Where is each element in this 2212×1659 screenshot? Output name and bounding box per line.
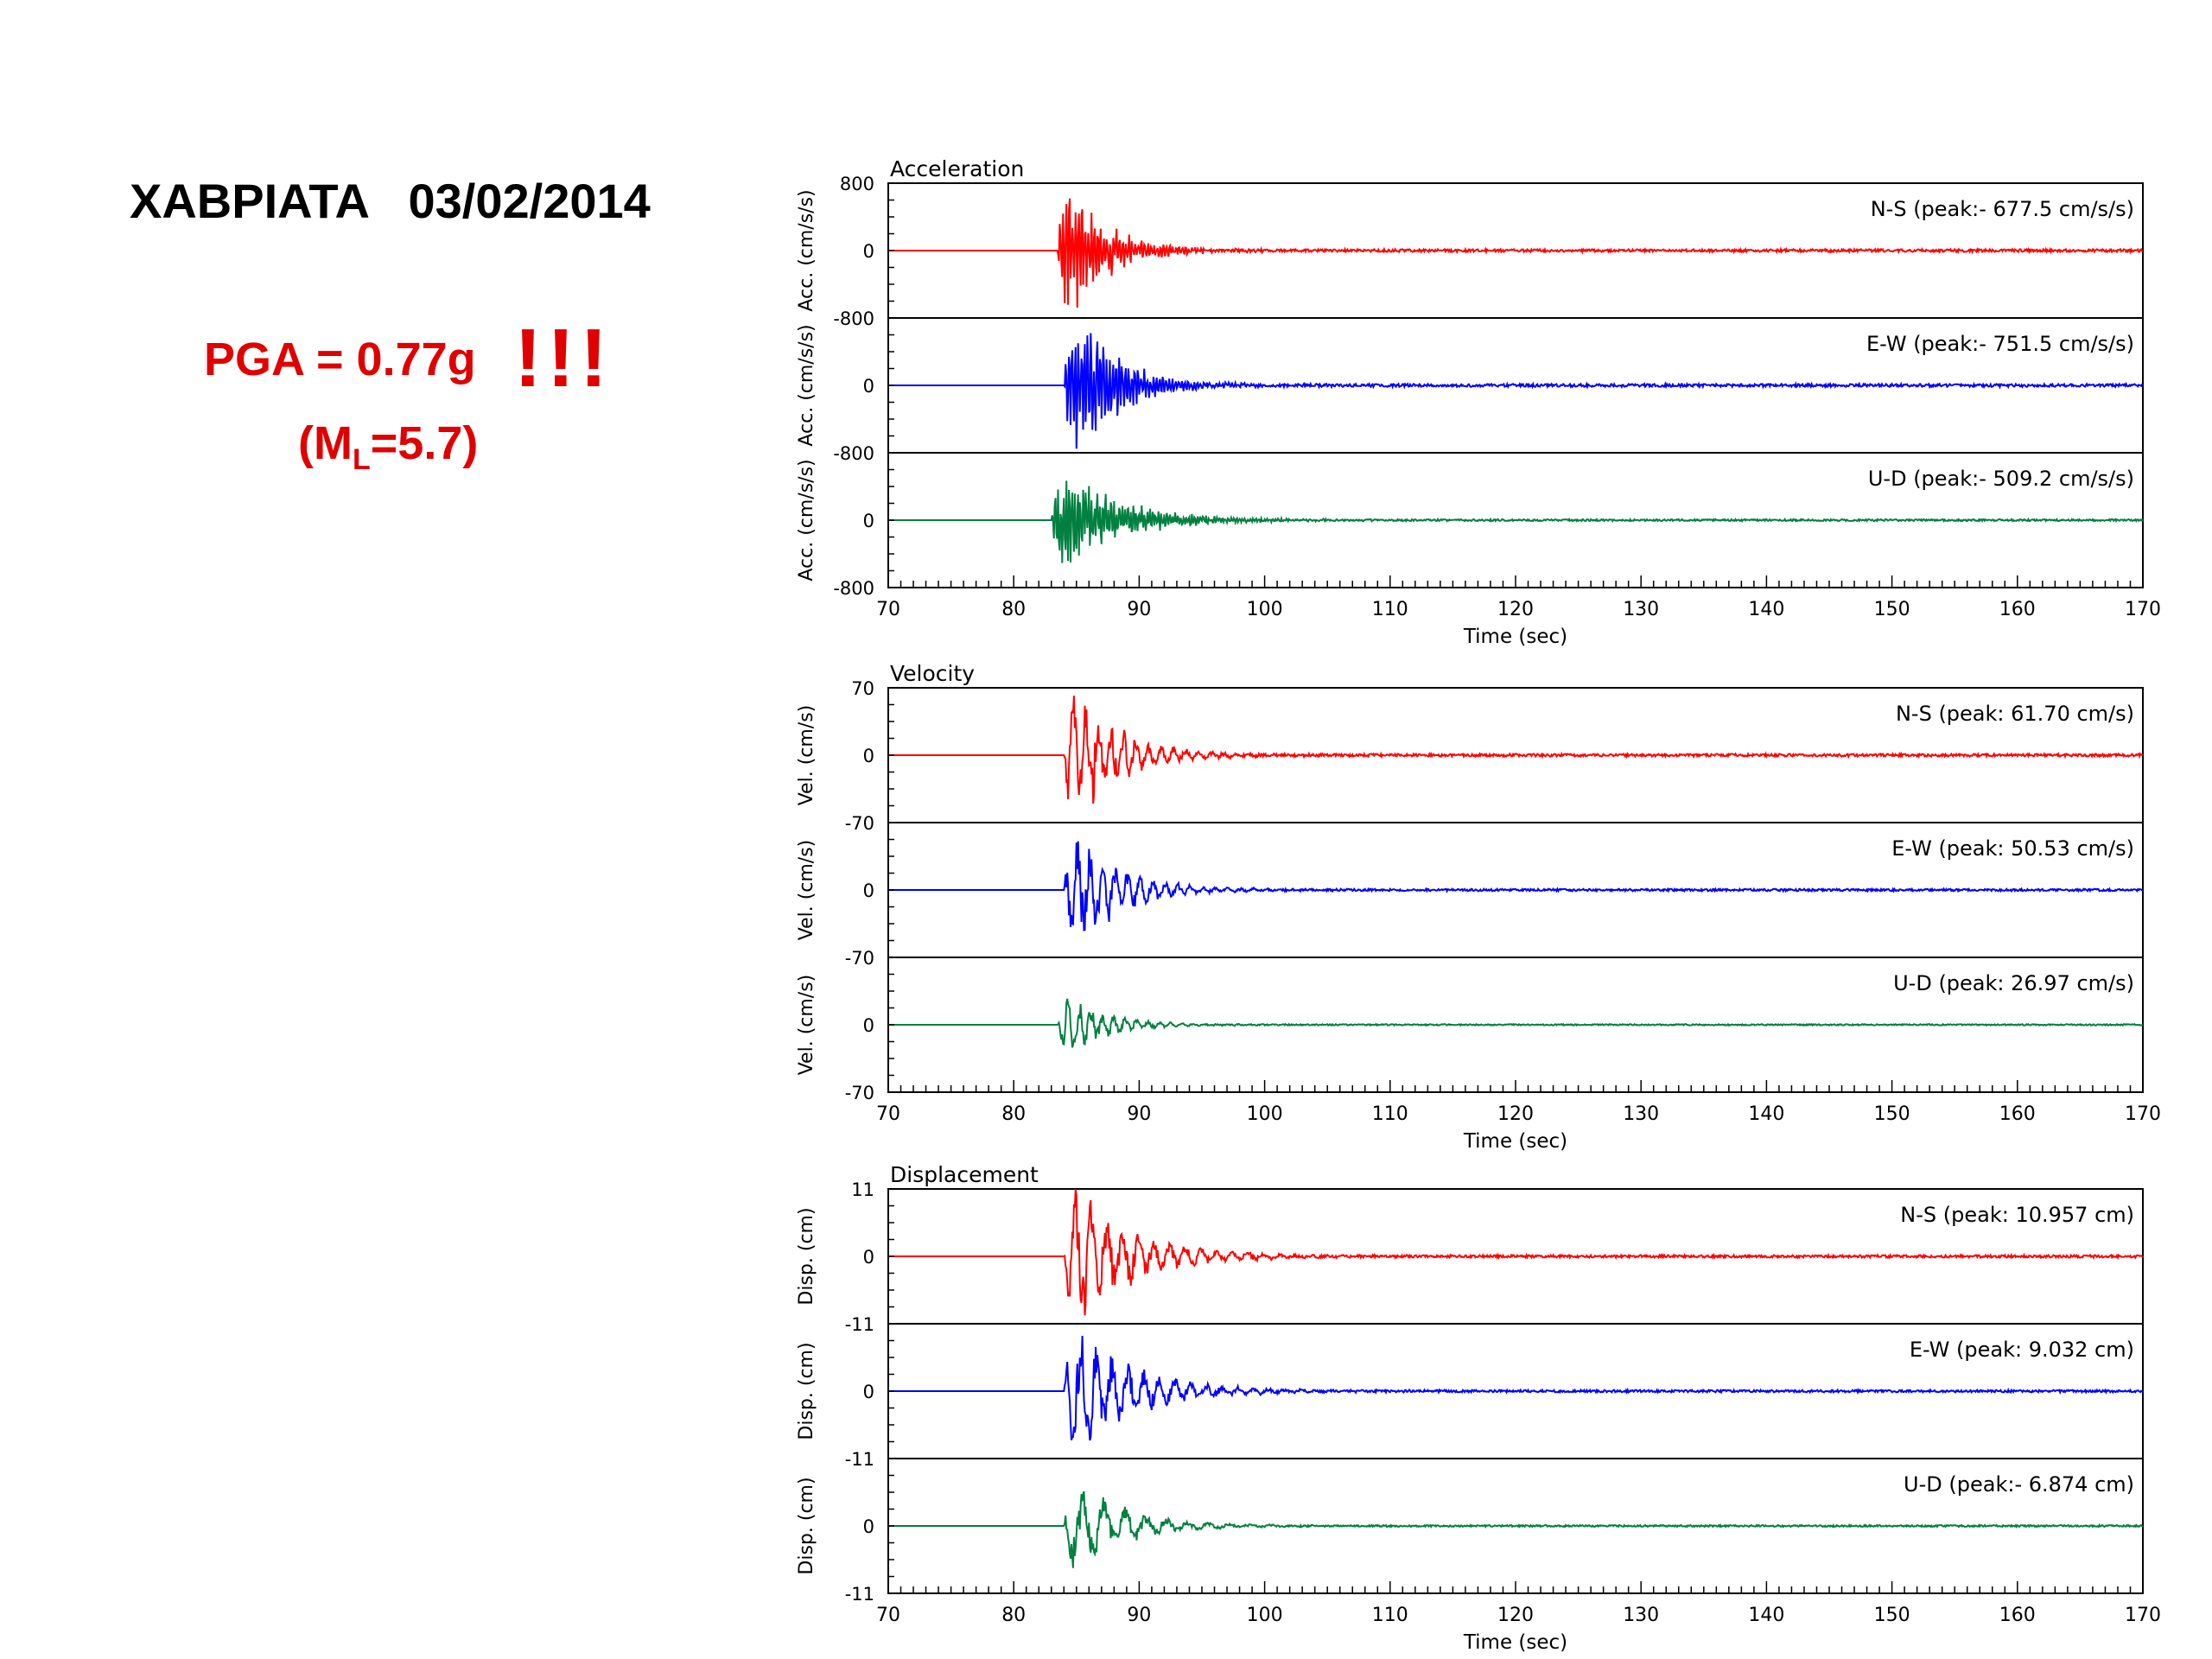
y-tick-label: 70 [851,678,874,699]
peak-label: N-S (peak:- 677.5 cm/s/s) [1871,197,2134,221]
x-tick-label: 100 [1247,599,1283,620]
y-tick-label: 0 [863,1015,874,1036]
x-tick-label: 70 [876,599,900,620]
y-axis-label: Acc. (cm/s/s) [796,189,817,311]
y-tick-label: -70 [845,948,874,969]
y-axis-label: Disp. (cm) [796,1342,817,1440]
x-tick-label: 70 [876,1103,900,1125]
x-axis-label: Time (sec) [1463,626,1567,648]
y-tick-label: -11 [845,1314,874,1335]
peak-label: U-D (peak:- 6.874 cm) [1904,1472,2134,1497]
x-axis-label: Time (sec) [1463,1631,1567,1654]
y-tick-label: 0 [863,376,874,397]
chart-title: Displacement [890,1162,1039,1187]
y-axis-label: Acc. (cm/s/s) [796,459,817,581]
y-axis-label: Acc. (cm/s/s) [796,324,817,446]
chart-title: Velocity [890,661,975,686]
y-tick-label: -11 [845,1449,874,1470]
peak-label: E-W (peak:- 751.5 cm/s/s) [1866,332,2134,356]
peak-label: U-D (peak: 26.97 cm/s) [1893,971,2134,995]
trace-line-u-d [888,480,2144,563]
x-tick-label: 110 [1372,1605,1408,1626]
x-tick-label: 140 [1748,599,1784,620]
y-tick-label: 11 [851,1179,874,1200]
x-tick-label: 90 [1127,1103,1151,1125]
y-axis-label: Vel. (cm/s) [796,705,817,806]
x-tick-label: 70 [876,1605,900,1626]
peak-label: E-W (peak: 50.53 cm/s) [1891,836,2134,861]
x-tick-label: 170 [2125,1605,2161,1626]
y-tick-label: 0 [863,511,874,531]
x-tick-label: 150 [1874,1103,1910,1125]
x-tick-label: 100 [1247,1605,1283,1626]
y-tick-label: 0 [863,746,874,766]
y-tick-label: -70 [845,1083,874,1103]
trace-line-u-d [888,1491,2144,1568]
y-tick-label: -800 [833,578,874,599]
y-axis-label: Disp. (cm) [796,1207,817,1305]
y-tick-label: -800 [833,443,874,464]
x-tick-label: 80 [1001,1103,1026,1125]
x-tick-label: 170 [2125,599,2161,620]
x-tick-label: 120 [1497,599,1534,620]
x-tick-label: 140 [1748,1103,1784,1125]
x-tick-label: 80 [1001,599,1026,620]
x-tick-label: 90 [1127,1605,1151,1626]
y-tick-label: 800 [840,174,874,194]
peak-label: U-D (peak:- 509.2 cm/s/s) [1868,467,2134,491]
y-tick-label: -70 [845,813,874,834]
x-tick-label: 120 [1497,1605,1534,1626]
x-tick-label: 160 [1999,599,2036,620]
x-tick-label: 150 [1874,599,1910,620]
x-tick-label: 160 [1999,1103,2036,1125]
peak-label: N-S (peak: 10.957 cm) [1900,1203,2134,1227]
y-tick-label: 0 [863,880,874,901]
y-tick-label: -800 [833,308,874,329]
chart-title: Acceleration [890,156,1024,181]
seismogram-plots: AccelerationN-S (peak:- 677.5 cm/s/s)800… [796,156,2161,1654]
peak-label: E-W (peak: 9.032 cm) [1910,1338,2134,1362]
x-tick-label: 90 [1127,599,1151,620]
x-axis-label: Time (sec) [1463,1130,1567,1153]
y-axis-label: Vel. (cm/s) [796,840,817,941]
trace-line-u-d [888,998,2144,1048]
y-tick-label: 0 [863,1247,874,1268]
x-tick-label: 150 [1874,1605,1910,1626]
peak-label: N-S (peak: 61.70 cm/s) [1896,702,2134,726]
x-tick-label: 160 [1999,1605,2036,1626]
x-tick-label: 140 [1748,1605,1784,1626]
y-tick-label: 0 [863,241,874,262]
x-tick-label: 100 [1247,1103,1283,1125]
x-tick-label: 120 [1497,1103,1534,1125]
x-tick-label: 110 [1372,1103,1408,1125]
y-tick-label: 0 [863,1382,874,1402]
y-tick-label: -11 [845,1584,874,1605]
x-tick-label: 110 [1372,599,1408,620]
x-tick-label: 80 [1001,1605,1026,1626]
x-tick-label: 130 [1623,1605,1659,1626]
y-tick-label: 0 [863,1516,874,1537]
x-tick-label: 130 [1623,599,1659,620]
x-tick-label: 170 [2125,1103,2161,1125]
y-axis-label: Vel. (cm/s) [796,975,817,1076]
y-axis-label: Disp. (cm) [796,1477,817,1574]
x-tick-label: 130 [1623,1103,1659,1125]
